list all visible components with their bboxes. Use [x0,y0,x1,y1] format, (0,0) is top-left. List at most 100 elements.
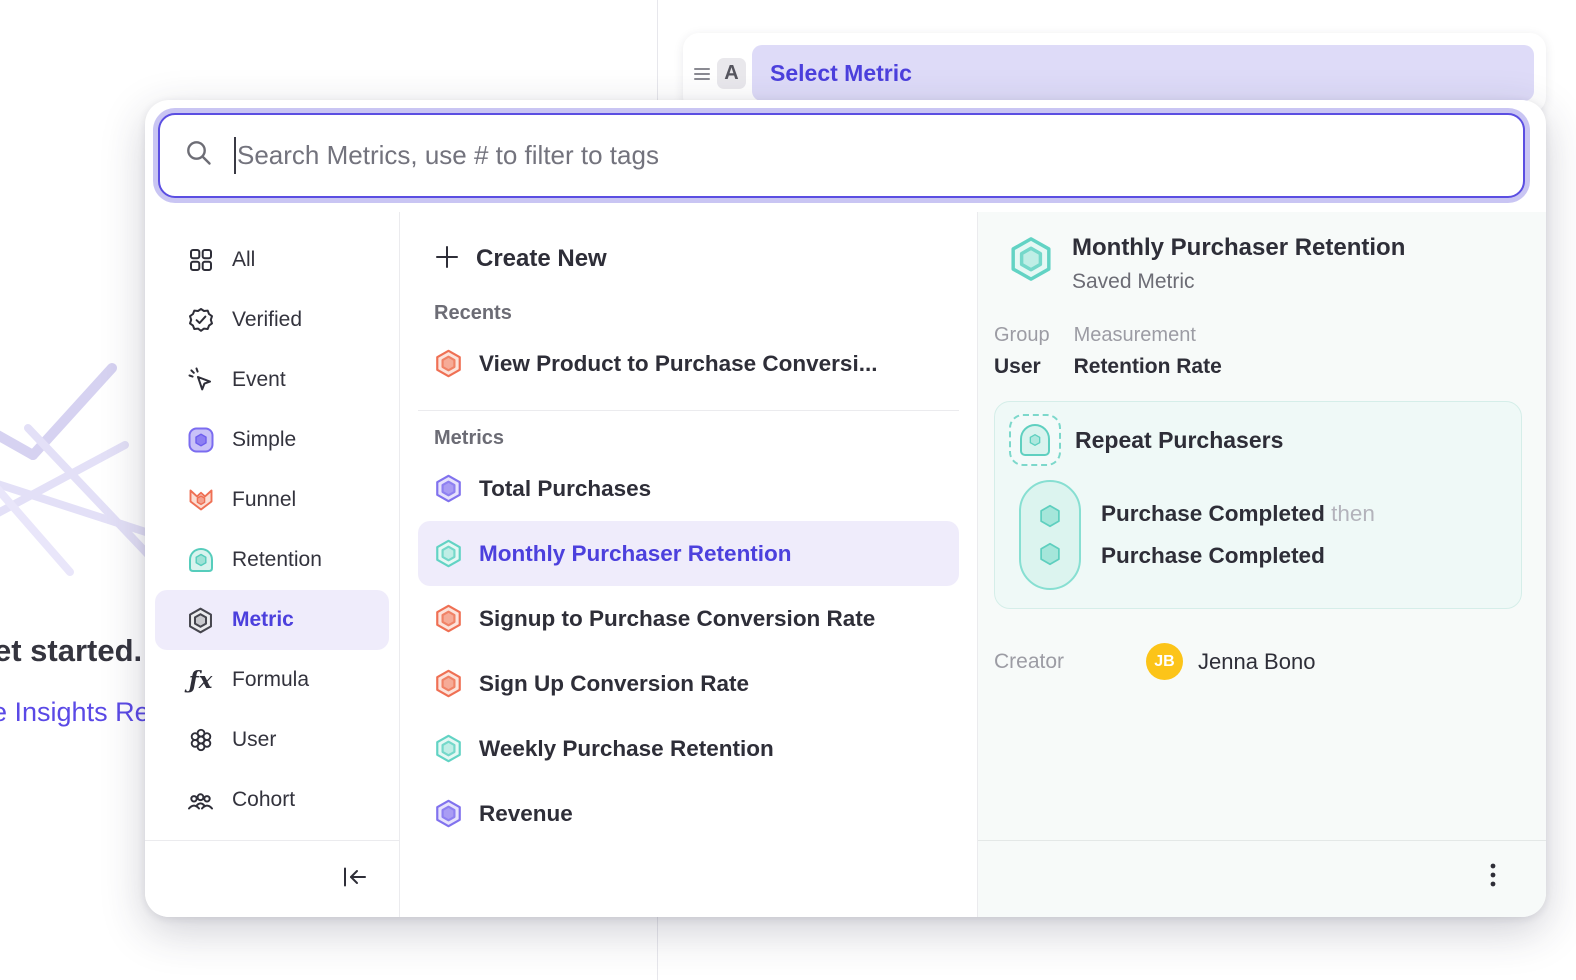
formula-fx-icon: ƒx [187,667,214,694]
select-metric-button[interactable]: Select Metric [752,45,1534,101]
funnel-metric-hexagon-icon [434,604,463,633]
user-cluster-icon [187,727,214,754]
search-focus-ring [153,108,1530,203]
drag-handle-icon[interactable] [691,67,713,81]
page-heading-fragment: et started. [0,633,142,669]
sidebar-item-label: User [232,728,276,752]
group-value: User [994,355,1050,379]
search-input[interactable] [237,140,1499,171]
sidebar-item-label: Funnel [232,488,296,512]
metric-preview-panel: Monthly Purchaser Retention Saved Metric… [978,212,1546,917]
funnel-metric-hexagon-icon [434,669,463,698]
creator-avatar: JB [1146,643,1183,680]
picker-columns: All Verified Event [145,212,1546,917]
preview-metric-hexagon-icon [1008,236,1054,282]
group-label: Group [994,324,1050,347]
funnel-icon [187,487,214,514]
creator-name: Jenna Bono [1198,649,1315,675]
metric-item-revenue[interactable]: Revenue [418,781,959,846]
sidebar-item-label: Verified [232,308,302,332]
cohort-people-icon [187,787,214,814]
metric-item-monthly-purchaser-retention[interactable]: Monthly Purchaser Retention [418,521,959,586]
section-divider [418,410,959,411]
creator-row: Creator JB Jenna Bono [994,643,1522,680]
recent-metric-item[interactable]: View Product to Purchase Conversi... [418,331,959,396]
sidebar-item-label: Metric [232,608,294,632]
decorative-lines-illustration [0,330,160,620]
sidebar-item-cohort[interactable]: Cohort [155,770,389,830]
search-field[interactable] [158,113,1525,198]
simple-metric-hexagon-icon [434,799,463,828]
event-hexagon-icon [1037,503,1063,529]
measurement-meta: Measurement Retention Rate [1074,324,1222,379]
sequence-connector: then [1331,501,1375,526]
sidebar-item-user[interactable]: User [155,710,389,770]
creator-label: Creator [994,650,1146,674]
sidebar-item-verified[interactable]: Verified [155,290,389,350]
create-new-label: Create New [476,245,607,273]
sidebar-item-simple[interactable]: Simple [155,410,389,470]
create-new-button[interactable]: Create New [418,232,959,286]
group-meta: Group User [994,324,1050,379]
sidebar-item-retention[interactable]: Retention [155,530,389,590]
sidebar-item-label: Event [232,368,286,392]
grid-icon [187,247,214,274]
preview-footer [978,840,1546,917]
simple-metric-hexagon-icon [434,474,463,503]
metric-item-total-purchases[interactable]: Total Purchases [418,456,959,521]
metric-item-label: Weekly Purchase Retention [479,736,774,762]
preview-subtitle: Saved Metric [1072,270,1405,294]
definition-name: Repeat Purchasers [1075,427,1283,454]
metric-item-label: Monthly Purchaser Retention [479,541,792,567]
metric-item-sign-up-conversion-rate[interactable]: Sign Up Conversion Rate [418,651,959,716]
app-stage: et started. e Insights Re A Select Metri… [0,0,1576,980]
simple-metric-icon [187,427,214,454]
sidebar-footer [145,840,399,917]
metric-item-signup-to-purchase-conversion-rate[interactable]: Signup to Purchase Conversion Rate [418,586,959,651]
metric-item-weekly-purchase-retention[interactable]: Weekly Purchase Retention [418,716,959,781]
metric-item-label: Revenue [479,801,573,827]
series-letter-badge: A [717,58,746,89]
verified-badge-icon [187,307,214,334]
definition-step-1: Purchase Completed then [1101,501,1375,527]
sidebar-item-event[interactable]: Event [155,350,389,410]
insights-report-link-fragment[interactable]: e Insights Re [0,697,150,728]
collapse-sidebar-icon[interactable] [341,865,369,894]
category-sidebar: All Verified Event [145,212,400,917]
retention-definition-icon [1009,414,1061,466]
event-hexagon-icon [1037,541,1063,567]
sidebar-item-label: Formula [232,668,309,692]
sidebar-item-all[interactable]: All [155,230,389,290]
metric-item-label: Sign Up Conversion Rate [479,671,749,697]
retention-metric-hexagon-icon [434,734,463,763]
sidebar-item-label: Cohort [232,788,295,812]
more-options-kebab-icon[interactable] [1488,862,1498,897]
recents-section-title: Recents [434,302,959,325]
retention-arch-icon [187,547,214,574]
retention-metric-hexagon-icon [434,539,463,568]
text-caret [234,137,236,174]
metric-picker-modal: All Verified Event [145,100,1546,917]
metric-item-label: View Product to Purchase Conversi... [479,351,877,377]
sidebar-item-formula[interactable]: ƒx Formula [155,650,389,710]
metric-item-label: Signup to Purchase Conversion Rate [479,606,875,632]
metric-hexagon-icon [187,607,214,634]
sidebar-item-metric[interactable]: Metric [155,590,389,650]
event-sequence-capsule [1019,480,1081,590]
metric-definition-card: Repeat Purchasers Purchase Completed the… [994,401,1522,609]
plus-icon [434,244,460,275]
sidebar-item-funnel[interactable]: Funnel [155,470,389,530]
sidebar-item-label: Simple [232,428,296,452]
sidebar-item-label: Retention [232,548,322,572]
cursor-click-icon [187,367,214,394]
metric-list-column: Create New Recents View Product to Purch… [400,212,978,917]
select-metric-label: Select Metric [770,60,912,87]
metrics-section-title: Metrics [434,427,959,450]
definition-step-2: Purchase Completed [1101,543,1375,569]
preview-title: Monthly Purchaser Retention [1072,234,1405,262]
metric-item-label: Total Purchases [479,476,651,502]
measurement-label: Measurement [1074,324,1222,347]
search-icon [184,138,214,173]
sidebar-item-label: All [232,248,255,272]
funnel-metric-hexagon-icon [434,349,463,378]
